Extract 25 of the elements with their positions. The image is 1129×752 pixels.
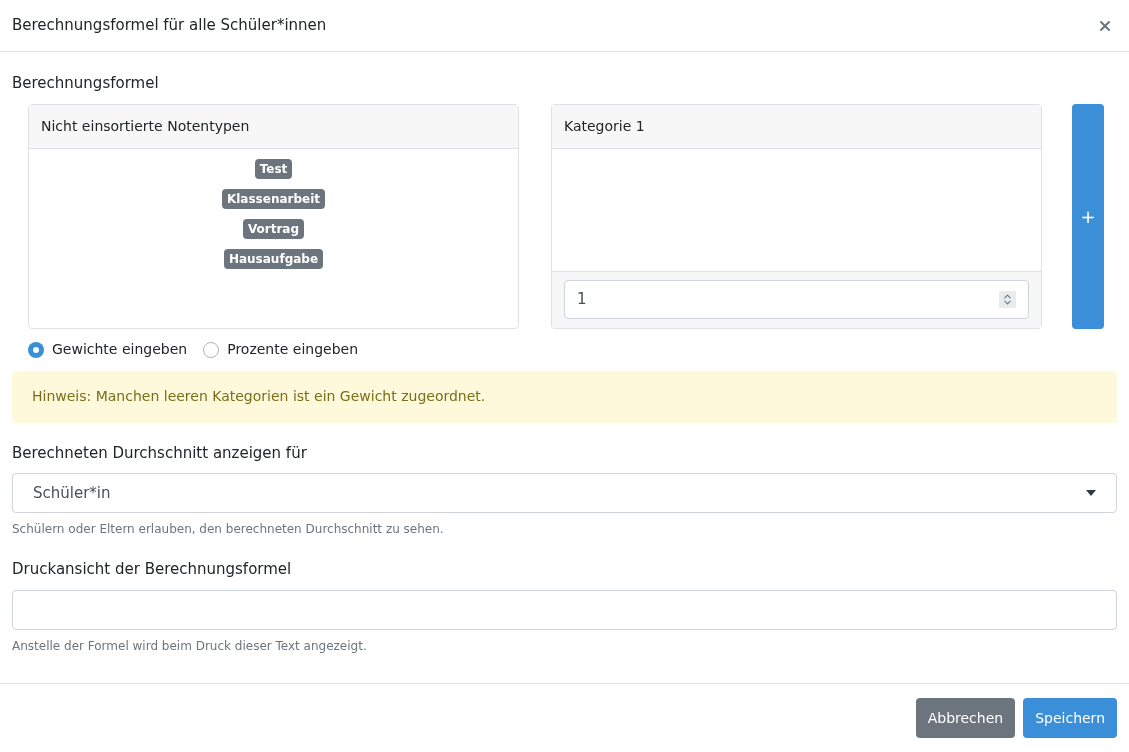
help-text: Schülern oder Eltern erlauben, den berechneten Durchschnitt zu sehen. bbox=[12, 521, 445, 538]
grade-type-tag[interactable]: Test bbox=[254, 158, 293, 179]
spinner-icon[interactable] bbox=[999, 291, 1016, 308]
grade-type-tag[interactable]: Hausaufgabe bbox=[223, 248, 324, 269]
field-label: Druckansicht der Berechnungsformel bbox=[12, 559, 293, 580]
radio-label[interactable]: Gewichte eingeben bbox=[52, 339, 188, 360]
panel-title: Kategorie 1 bbox=[564, 116, 645, 136]
cancel-button[interactable]: Abbrechen bbox=[915, 698, 1016, 738]
visibility-select[interactable]: Schüler*in bbox=[12, 473, 1117, 513]
radio-label[interactable]: Prozente eingeben bbox=[227, 339, 359, 360]
grade-type-tag[interactable]: Vortrag bbox=[242, 218, 305, 239]
help-text: Anstelle der Formel wird beim Druck dieser Text angezeigt. bbox=[12, 637, 368, 655]
radio-button[interactable] bbox=[203, 341, 220, 358]
caret-icon bbox=[1086, 490, 1096, 496]
radio-button[interactable] bbox=[28, 341, 44, 358]
warning-alert: Hinweis: Manchen leeren Kategorien ist ein Gewicht zugeordnet. bbox=[12, 370, 1117, 423]
save-button[interactable]: Speichern bbox=[1023, 698, 1117, 738]
print-text-input[interactable] bbox=[12, 589, 1117, 630]
field-label: Berechneten Durchschnitt anzeigen für bbox=[12, 442, 308, 464]
section-label: Berechnungsformel bbox=[12, 73, 160, 94]
add-category-button[interactable]: + bbox=[1072, 103, 1104, 329]
grade-type-tag[interactable]: Klassenarbeit bbox=[221, 188, 326, 209]
weight-input[interactable]: 1 bbox=[564, 280, 1029, 319]
dialog-title: Berechnungsformel für alle Schüler*innen bbox=[12, 15, 327, 37]
panel-title: Nicht einsortierte Notentypen bbox=[41, 116, 250, 136]
